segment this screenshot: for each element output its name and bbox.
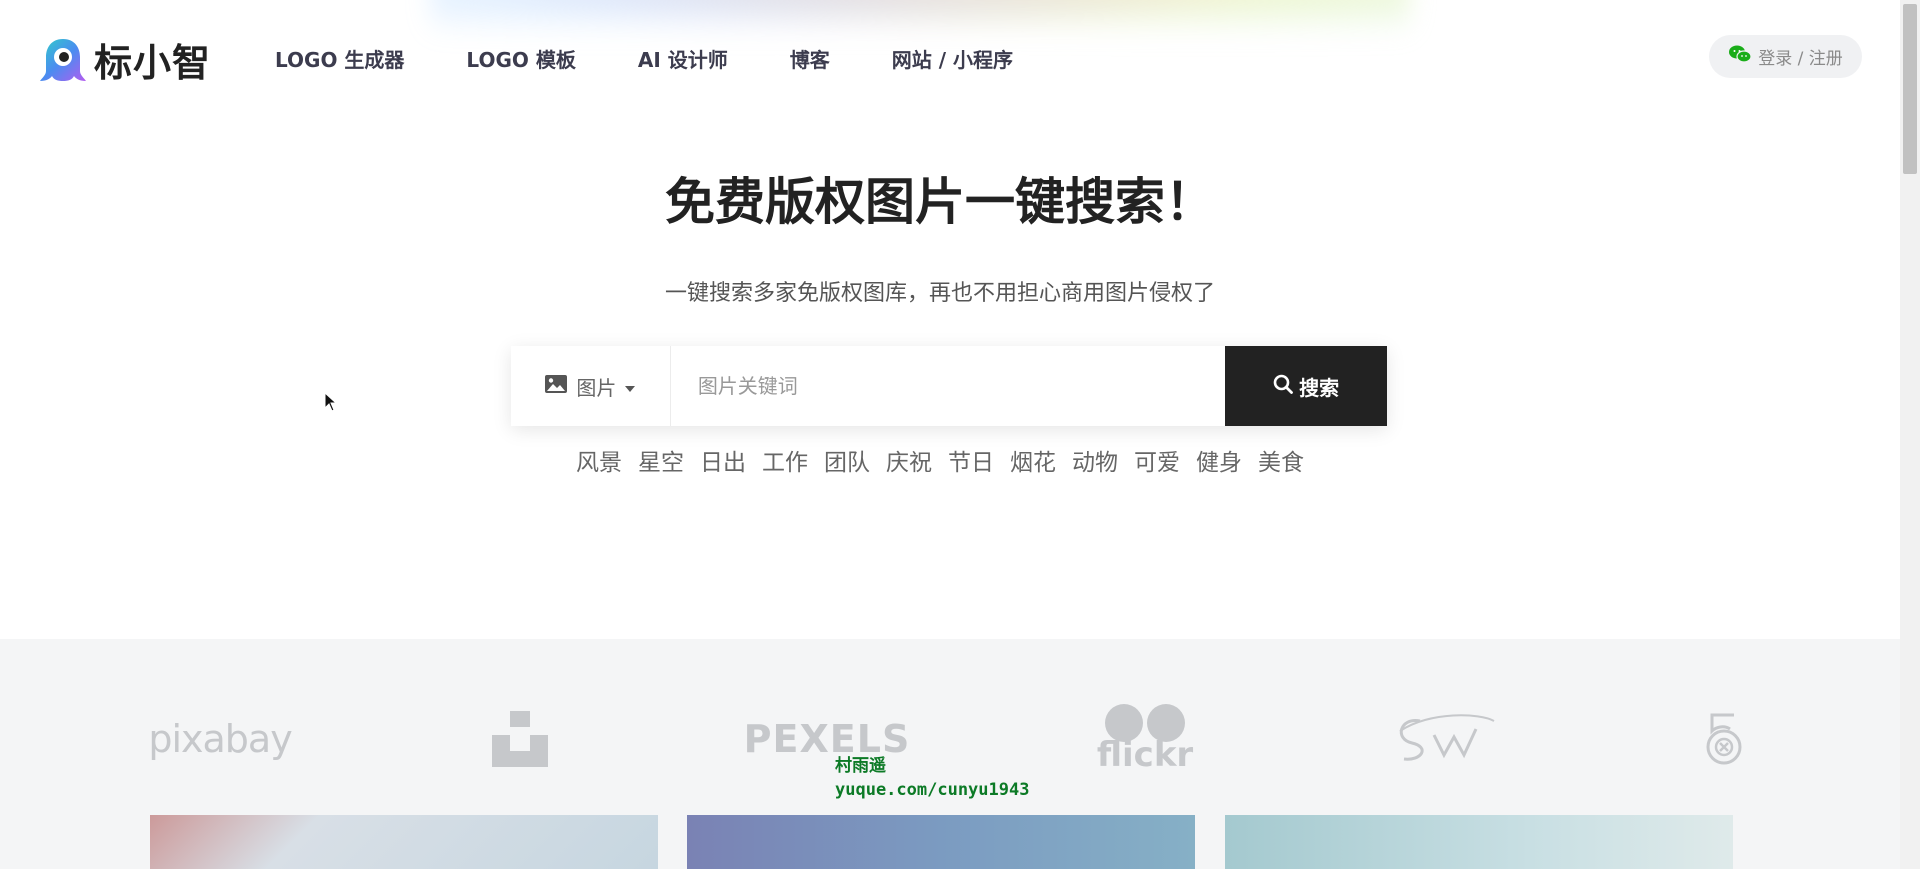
watermark-line: yuque.com/cunyu1943 (835, 780, 1030, 800)
tag-link[interactable]: 可爱 (1134, 443, 1180, 477)
search-button-label: 搜索 (1299, 375, 1340, 400)
nav-website-miniprogram[interactable]: 网站 / 小程序 (892, 44, 1013, 73)
mouse-cursor-icon (324, 391, 338, 412)
tag-link[interactable]: 动物 (1072, 443, 1118, 477)
image-card[interactable] (687, 815, 1195, 869)
page-subtitle: 一键搜索多家免版权图库，再也不用担心商用图片侵权了 (664, 281, 1215, 306)
image-card[interactable] (1225, 815, 1733, 869)
header-gradient-decoration (430, 0, 1410, 50)
mascot-logo-icon (38, 35, 88, 85)
watermark: 村雨遥 yuque.com/cunyu1943 (835, 754, 1029, 802)
search-button[interactable]: 搜索 (1225, 346, 1387, 426)
tag-link[interactable]: 节日 (948, 443, 994, 477)
scrollbar-thumb[interactable] (1903, 4, 1917, 174)
tag-link[interactable]: 日出 (700, 443, 746, 477)
tag-link[interactable]: 烟花 (1010, 443, 1056, 477)
unsplash-logo-icon[interactable] (490, 699, 550, 779)
tag-link[interactable]: 健身 (1196, 443, 1242, 477)
pixabay-logo[interactable]: pixabay (148, 699, 292, 779)
tag-link[interactable]: 庆祝 (886, 443, 932, 477)
500px-logo-icon[interactable] (1702, 699, 1746, 779)
tag-link[interactable]: 团队 (824, 443, 870, 477)
search-type-label: 图片 (576, 375, 617, 400)
nav-blog[interactable]: 博客 (790, 44, 830, 73)
header: 标小智 LOGO 生成器 LOGO 模板 AI 设计师 博客 网站 / 小程序 … (0, 0, 1900, 115)
brand-name: 标小智 (94, 41, 212, 85)
nav-logo-generator[interactable]: LOGO 生成器 (275, 44, 404, 73)
image-card[interactable] (150, 815, 658, 869)
flickr-logo[interactable]: flickr (1097, 699, 1193, 779)
page-scrollbar[interactable] (1900, 0, 1920, 869)
search-input[interactable] (670, 346, 1226, 426)
flickr-wordmark: flickr (1096, 735, 1194, 775)
tag-link[interactable]: 美食 (1258, 443, 1304, 477)
login-register-label: 登录 / 注册 (1758, 49, 1843, 69)
search-icon (1273, 374, 1293, 399)
tag-link[interactable]: 工作 (762, 443, 808, 477)
page-title: 免费版权图片一键搜索！ (665, 173, 1215, 231)
stocksnap-logo-icon[interactable] (1390, 699, 1500, 779)
brand-logo[interactable]: 标小智 (38, 32, 211, 87)
login-register-button[interactable]: 登录 / 注册 (1709, 35, 1862, 78)
tag-link[interactable]: 风景 (576, 443, 622, 477)
watermark-line: 村雨遥 (835, 756, 886, 776)
search-type-dropdown[interactable]: 图片 (511, 346, 671, 426)
nav-ai-designer[interactable]: AI 设计师 (638, 44, 728, 73)
main-nav: LOGO 生成器 LOGO 模板 AI 设计师 博客 网站 / 小程序 (275, 44, 1075, 73)
tag-link[interactable]: 星空 (638, 443, 684, 477)
search-bar: 图片 搜索 (511, 346, 1387, 426)
popular-tags: 风景 星空 日出 工作 团队 庆祝 节日 烟花 动物 可爱 健身 美食 (0, 443, 1880, 477)
wechat-icon (1728, 44, 1752, 69)
caret-down-icon (624, 374, 636, 398)
image-icon (544, 374, 568, 399)
nav-logo-templates[interactable]: LOGO 模板 (466, 44, 575, 73)
